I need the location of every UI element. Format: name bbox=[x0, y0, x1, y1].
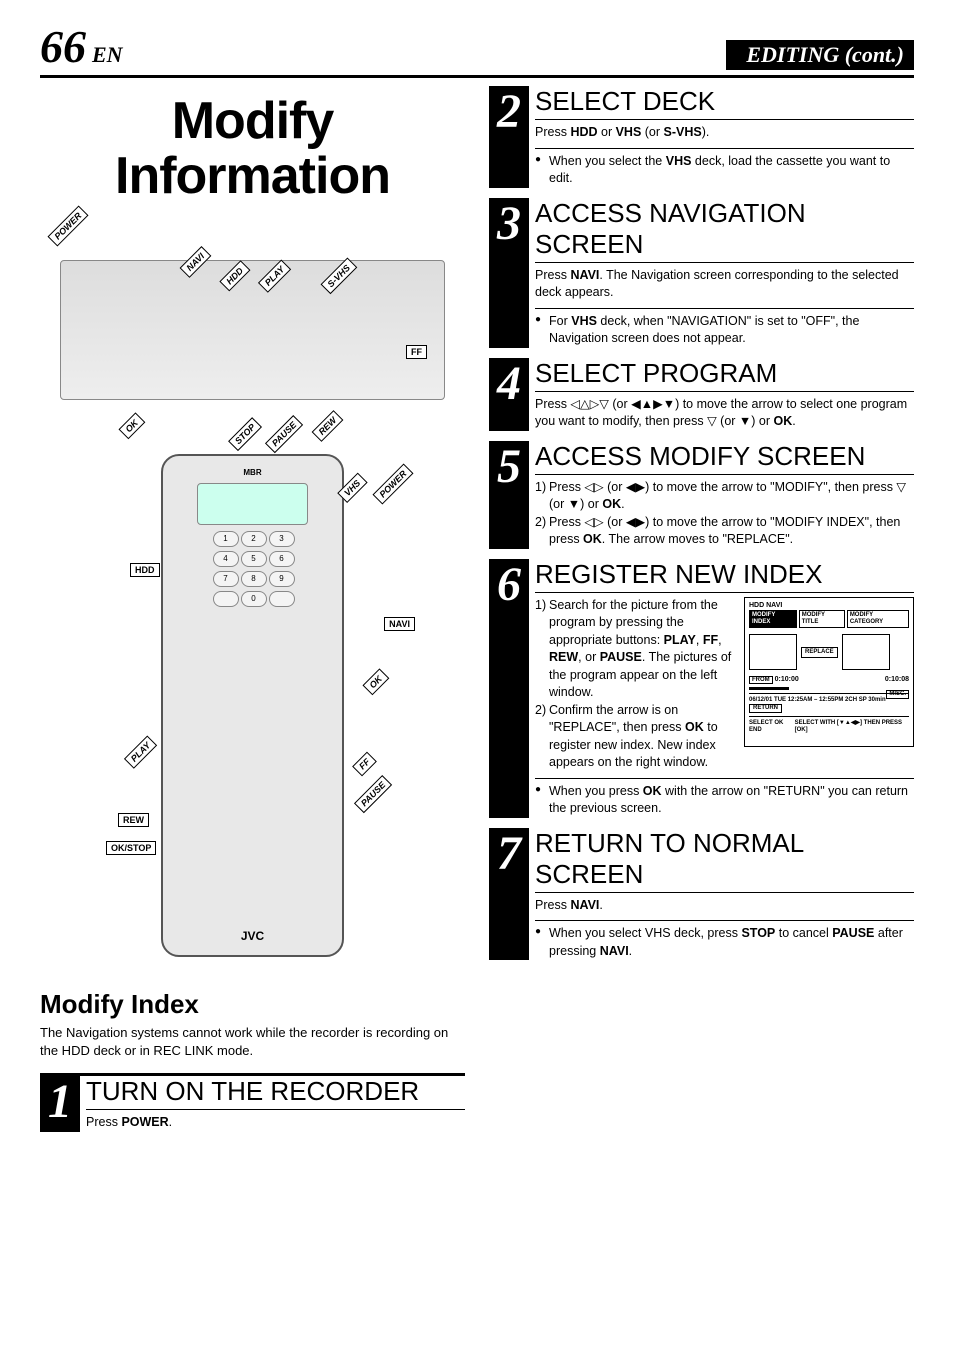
page-number: 66 bbox=[40, 21, 86, 72]
modify-index-title: Modify Index bbox=[40, 989, 465, 1020]
step-6: 6 REGISTER NEW INDEX HDD NAVI MODIFY IND… bbox=[489, 559, 914, 818]
step-2: 2 SELECT DECK Press HDD or VHS (or S-VHS… bbox=[489, 86, 914, 188]
callout-remote-navi: NAVI bbox=[384, 617, 415, 631]
key-0: 0 bbox=[241, 591, 267, 607]
step-3-text: Press NAVI. The Navigation screen corres… bbox=[535, 267, 914, 302]
callout-remote-rew: REW bbox=[118, 813, 149, 827]
main-title: Modify Information bbox=[40, 94, 465, 203]
modify-index-text: The Navigation systems cannot work while… bbox=[40, 1024, 465, 1059]
key-3: 3 bbox=[269, 531, 295, 547]
page-number-block: 66EN bbox=[40, 20, 123, 73]
step-7-num: 7 bbox=[497, 828, 521, 878]
step-2-text: Press HDD or VHS (or S-VHS). bbox=[535, 124, 914, 142]
key-6: 6 bbox=[269, 551, 295, 567]
step-7-bullet: When you select VHS deck, press STOP to … bbox=[535, 920, 914, 960]
remote-screen bbox=[197, 483, 307, 525]
step-3-title: ACCESS NAVIGATION SCREEN bbox=[535, 198, 914, 263]
step-6-item2: 2)Confirm the arrow is on "REPLACE", the… bbox=[535, 702, 914, 772]
callout-remote-hdd: HDD bbox=[130, 563, 160, 577]
step-5-title: ACCESS MODIFY SCREEN bbox=[535, 441, 914, 475]
key-1: 1 bbox=[213, 531, 239, 547]
step-7: 7 RETURN TO NORMAL SCREEN Press NAVI. Wh… bbox=[489, 828, 914, 961]
step-6-num: 6 bbox=[497, 559, 521, 609]
device-illustration: POWER NAVI HDD PLAY S-VHS OK STOP PAUSE … bbox=[40, 215, 465, 445]
callout-remote-power: POWER bbox=[372, 464, 413, 505]
step-1-num: 1 bbox=[48, 1076, 72, 1126]
remote-brand: JVC bbox=[241, 929, 264, 943]
callout-remote-pause: PAUSE bbox=[354, 775, 392, 813]
callout-remote-ok: OK bbox=[362, 669, 389, 696]
key-4: 4 bbox=[213, 551, 239, 567]
page-header: 66EN EDITING (cont.) bbox=[40, 20, 914, 78]
callout-ff: FF bbox=[406, 345, 427, 359]
step-4: 4 SELECT PROGRAM Press ◁△▷▽ (or ◀▲▶▼) to… bbox=[489, 358, 914, 431]
remote-keypad: 1 2 3 4 5 6 7 8 9 0 bbox=[213, 531, 293, 607]
key-5: 5 bbox=[241, 551, 267, 567]
remote-illustration: MBR 1 2 3 4 5 6 7 8 9 0 bbox=[40, 445, 465, 965]
key-2: 2 bbox=[241, 531, 267, 547]
right-column: 2 SELECT DECK Press HDD or VHS (or S-VHS… bbox=[489, 86, 914, 1142]
step-2-num: 2 bbox=[497, 86, 521, 136]
step-5-num: 5 bbox=[497, 441, 521, 491]
step-5: 5 ACCESS MODIFY SCREEN 1)Press ◁▷ (or ◀▶… bbox=[489, 441, 914, 549]
step-6-title: REGISTER NEW INDEX bbox=[535, 559, 914, 593]
step-3: 3 ACCESS NAVIGATION SCREEN Press NAVI. T… bbox=[489, 198, 914, 348]
step-5-item2: 2)Press ◁▷ (or ◀▶) to move the arrow to … bbox=[535, 514, 914, 549]
step-1: 1 TURN ON THE RECORDER Press POWER. bbox=[40, 1076, 465, 1132]
step-6-bullet: When you press OK with the arrow on "RET… bbox=[535, 778, 914, 818]
step-6-item1: 1)Search for the picture from the progra… bbox=[535, 597, 914, 702]
step-3-bullet: For VHS deck, when "NAVIGATION" is set t… bbox=[535, 308, 914, 348]
step-4-title: SELECT PROGRAM bbox=[535, 358, 914, 392]
step-1-text: Press POWER. bbox=[86, 1114, 465, 1132]
step-7-title: RETURN TO NORMAL SCREEN bbox=[535, 828, 914, 893]
callout-ok: OK bbox=[118, 413, 145, 440]
key-7: 7 bbox=[213, 571, 239, 587]
step-3-num: 3 bbox=[497, 198, 521, 248]
page-lang: EN bbox=[92, 42, 123, 67]
key-9: 9 bbox=[269, 571, 295, 587]
callout-remote-okstop: OK/STOP bbox=[106, 841, 156, 855]
step-4-num: 4 bbox=[497, 358, 521, 408]
step-2-title: SELECT DECK bbox=[535, 86, 914, 120]
section-header: EDITING (cont.) bbox=[726, 40, 914, 70]
callout-power: POWER bbox=[47, 206, 88, 247]
callout-remote-ff: FF bbox=[352, 752, 377, 777]
remote-mbr-label: MBR bbox=[243, 468, 261, 477]
callout-remote-play: PLAY bbox=[124, 735, 157, 768]
step-7-text: Press NAVI. bbox=[535, 897, 914, 915]
step-4-text: Press ◁△▷▽ (or ◀▲▶▼) to move the arrow t… bbox=[535, 396, 914, 431]
callout-rew: REW bbox=[312, 410, 344, 442]
step-5-item1: 1)Press ◁▷ (or ◀▶) to move the arrow to … bbox=[535, 479, 914, 514]
step-2-bullet: When you select the VHS deck, load the c… bbox=[535, 148, 914, 188]
step-1-title: TURN ON THE RECORDER bbox=[86, 1076, 465, 1110]
key-8: 8 bbox=[241, 571, 267, 587]
left-column: Modify Information POWER NAVI HDD PLAY S… bbox=[40, 86, 465, 1142]
